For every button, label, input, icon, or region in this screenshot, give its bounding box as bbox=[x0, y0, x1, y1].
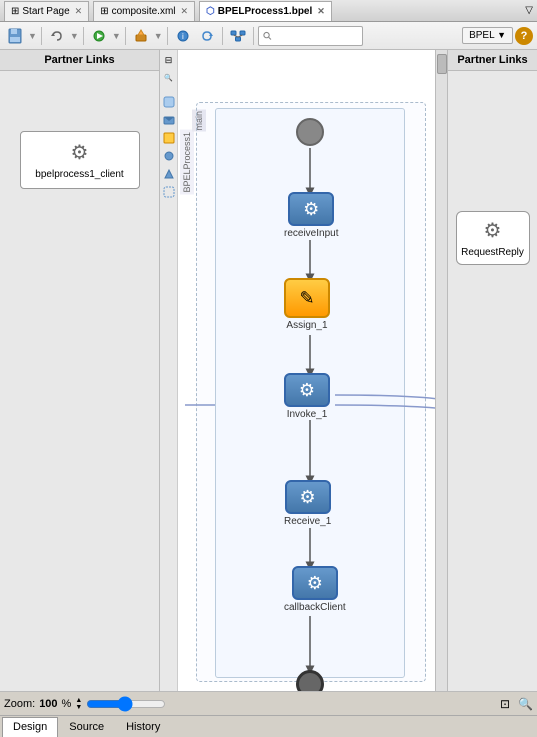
left-panel-title: Partner Links bbox=[44, 54, 114, 66]
assign1-icon: ✎ bbox=[299, 288, 314, 309]
build-button[interactable] bbox=[130, 25, 152, 47]
request-reply-gear-icon: ⚙ bbox=[484, 218, 502, 243]
zoom-up-arrow[interactable]: ▲ bbox=[75, 697, 82, 704]
zoom-extra-btn[interactable]: 🔍 bbox=[518, 697, 533, 711]
flow-canvas: ⊟ 🔍 bbox=[160, 50, 435, 691]
toolbar: ▼ ▼ ▼ ▼ i BPEL ▼ ? bbox=[0, 22, 537, 50]
start-node bbox=[296, 118, 324, 146]
scrollbar-thumb[interactable] bbox=[437, 54, 447, 74]
mini-toolbar: ⊟ 🔍 bbox=[160, 50, 178, 691]
tab-history-label: History bbox=[126, 721, 160, 733]
run-button[interactable] bbox=[88, 25, 110, 47]
sep2 bbox=[83, 27, 84, 45]
vertical-scrollbar[interactable] bbox=[435, 50, 447, 691]
search-box[interactable] bbox=[258, 26, 363, 46]
bpelprocess-label: BPELProcess1 bbox=[182, 132, 192, 193]
mini-receive-btn[interactable] bbox=[161, 112, 177, 128]
bpelprocess1-client-box[interactable]: ⚙ bpelprocess1_client bbox=[20, 131, 140, 189]
assign1-label: Assign_1 bbox=[286, 320, 327, 331]
tab-composite[interactable]: ⊞ composite.xml ✕ bbox=[93, 1, 195, 21]
callback-client-node[interactable]: ⚙ callbackClient bbox=[284, 566, 346, 613]
sep1 bbox=[41, 27, 42, 45]
tab-start-page[interactable]: ⊞ Start Page ✕ bbox=[4, 1, 89, 21]
tab-bpel-process-label: BPELProcess1.bpel bbox=[218, 6, 312, 17]
main-area: Partner Links ⚙ bpelprocess1_client ⊟ 🔍 bbox=[0, 50, 537, 691]
bpel-dropdown-label: BPEL bbox=[469, 30, 494, 41]
receive1-label: Receive_1 bbox=[284, 516, 331, 527]
tab-composite-label: composite.xml bbox=[112, 6, 176, 17]
side-label-bpelprocess: BPELProcess1 bbox=[180, 130, 194, 195]
assign1-shape: ✎ bbox=[284, 278, 330, 318]
undo-button[interactable] bbox=[46, 25, 68, 47]
help-label: ? bbox=[521, 30, 528, 42]
tab-source[interactable]: Source bbox=[58, 717, 115, 737]
receive1-shape: ⚙ bbox=[285, 480, 331, 514]
tab-design-label: Design bbox=[13, 721, 47, 733]
receive-input-icon: ⚙ bbox=[303, 199, 319, 220]
receive-input-label: receiveInput bbox=[284, 228, 338, 239]
callback-client-label: callbackClient bbox=[284, 602, 346, 613]
zoom-down-arrow[interactable]: ▼ bbox=[75, 704, 82, 711]
zoom-fit-icon[interactable]: ⊡ bbox=[500, 697, 510, 711]
refresh-button[interactable] bbox=[196, 25, 218, 47]
invoke1-node[interactable]: ⚙ Invoke_1 bbox=[284, 373, 330, 420]
sep5 bbox=[222, 27, 223, 45]
end-circle bbox=[296, 670, 324, 691]
right-partner-links-panel: Partner Links ⚙ RequestReply bbox=[447, 50, 537, 691]
invoke1-label: Invoke_1 bbox=[287, 409, 328, 420]
request-reply-box[interactable]: ⚙ RequestReply bbox=[456, 211, 530, 265]
tab-start-page-label: Start Page bbox=[22, 6, 69, 17]
canvas-area: ⊟ 🔍 bbox=[160, 50, 435, 691]
help-button[interactable]: ? bbox=[515, 27, 533, 45]
tab-design[interactable]: Design bbox=[2, 717, 58, 737]
right-panel-title: Partner Links bbox=[457, 54, 527, 66]
sep3 bbox=[125, 27, 126, 45]
mini-invoke-btn[interactable] bbox=[161, 148, 177, 164]
receive-input-shape: ⚙ bbox=[288, 192, 334, 226]
save-button[interactable] bbox=[4, 25, 26, 47]
receive1-icon: ⚙ bbox=[300, 487, 316, 508]
invoke1-shape: ⚙ bbox=[284, 373, 330, 407]
mini-process-btn[interactable] bbox=[161, 94, 177, 110]
sep4 bbox=[167, 27, 168, 45]
left-partner-links-panel: Partner Links ⚙ bpelprocess1_client bbox=[0, 50, 160, 691]
receive-input-node[interactable]: ⚙ receiveInput bbox=[284, 192, 338, 239]
bottom-tabs: Design Source History bbox=[0, 715, 537, 737]
svg-text:i: i bbox=[182, 32, 184, 41]
zoom-spinner[interactable]: ▲ ▼ bbox=[75, 697, 82, 711]
callback-client-shape: ⚙ bbox=[292, 566, 338, 600]
mini-scope-btn[interactable] bbox=[161, 184, 177, 200]
mini-collapse-btn[interactable]: ⊟ bbox=[161, 52, 177, 68]
request-reply-label: RequestReply bbox=[461, 247, 524, 258]
canvas-wrapper: ⊟ 🔍 bbox=[160, 50, 447, 691]
gear-icon: ⚙ bbox=[71, 140, 89, 165]
info-button[interactable]: i bbox=[172, 25, 194, 47]
flow-button[interactable] bbox=[227, 25, 249, 47]
zoom-slider[interactable] bbox=[86, 696, 166, 712]
start-circle bbox=[296, 118, 324, 146]
mini-reply-btn[interactable] bbox=[161, 166, 177, 182]
zoom-label: Zoom: bbox=[4, 698, 35, 710]
zoom-unit: % bbox=[62, 698, 72, 710]
sep6 bbox=[253, 27, 254, 45]
invoke1-icon: ⚙ bbox=[299, 380, 315, 401]
mini-assign-btn[interactable] bbox=[161, 130, 177, 146]
receive1-node[interactable]: ⚙ Receive_1 bbox=[284, 480, 331, 527]
tab-bpel-process[interactable]: ⬡ BPELProcess1.bpel ✕ bbox=[199, 1, 332, 21]
zoom-value: 100 bbox=[39, 698, 57, 710]
title-bar: ⊞ Start Page ✕ ⊞ composite.xml ✕ ⬡ BPELP… bbox=[0, 0, 537, 22]
window-controls[interactable]: ▽ bbox=[525, 5, 533, 16]
assign1-node[interactable]: ✎ Assign_1 bbox=[284, 278, 330, 331]
right-panel-header: Partner Links bbox=[448, 50, 537, 71]
callback-client-icon: ⚙ bbox=[307, 573, 323, 594]
mini-zoom-btn[interactable]: 🔍 bbox=[161, 70, 177, 86]
tab-history[interactable]: History bbox=[115, 717, 171, 737]
zoom-bar: Zoom: 100 % ▲ ▼ ⊡ 🔍 bbox=[0, 691, 537, 715]
search-input[interactable] bbox=[274, 30, 358, 41]
end-node bbox=[296, 670, 324, 691]
tab-source-label: Source bbox=[69, 721, 104, 733]
left-panel-header: Partner Links bbox=[0, 50, 159, 71]
partner-link-label: bpelprocess1_client bbox=[35, 169, 123, 180]
bpel-dropdown[interactable]: BPEL ▼ bbox=[462, 27, 513, 44]
